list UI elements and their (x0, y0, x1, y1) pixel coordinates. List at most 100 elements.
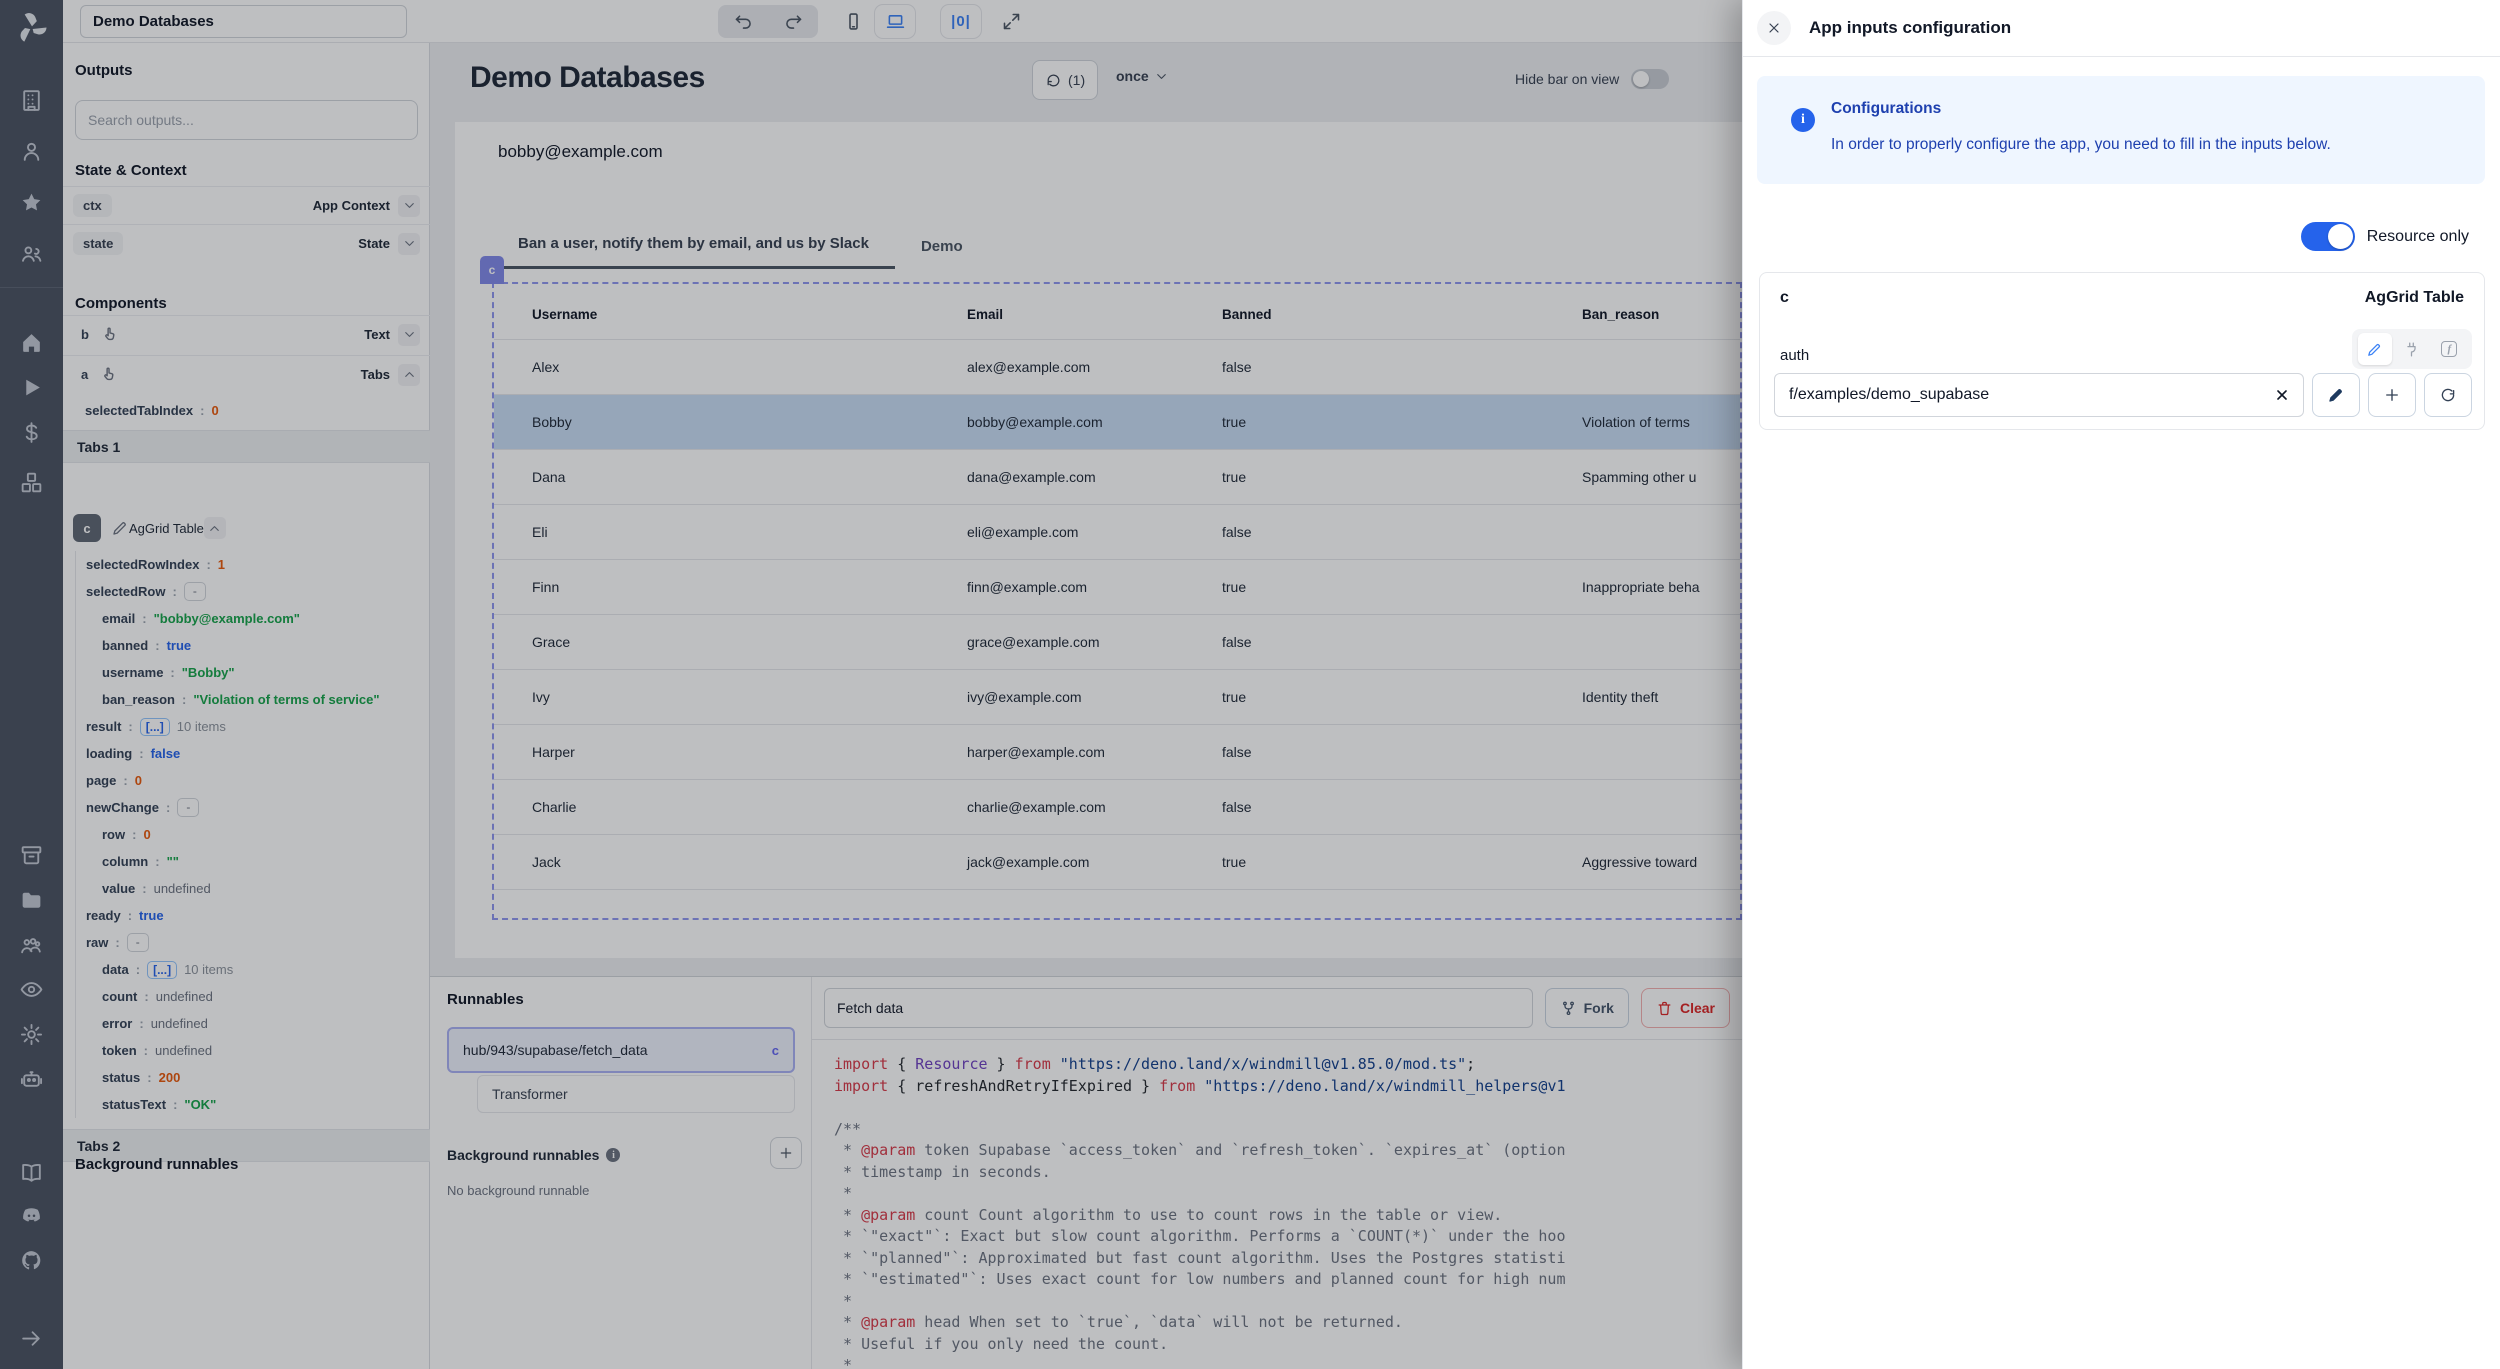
static-mode-pencil-icon[interactable] (2358, 333, 2392, 365)
tree-row-selectedRowIndex[interactable]: selectedRowIndex:1 (76, 551, 418, 578)
add-background-runnable-button[interactable] (770, 1137, 802, 1169)
dollar-icon[interactable] (19, 420, 44, 445)
table-row[interactable]: Jackjack@example.comtrueAggressive towar… (494, 835, 1740, 890)
eval-mode-function-icon[interactable]: f (2432, 333, 2466, 365)
table-row[interactable]: Harperharper@example.comfalse (494, 725, 1740, 780)
runnable-item[interactable]: Transformer (477, 1075, 795, 1113)
script-name-input[interactable] (824, 988, 1533, 1028)
table-row[interactable]: Alexalex@example.comfalse (494, 340, 1740, 395)
aggrid-table-component[interactable]: c UsernameEmailBannedBan_reasonAlexalex@… (492, 282, 1742, 920)
edit-resource-button[interactable] (2312, 373, 2360, 417)
tree-row-ban_reason[interactable]: ban_reason:"Violation of terms of servic… (76, 686, 418, 713)
component-row-a[interactable]: aTabs (63, 355, 430, 393)
tree-value[interactable]: - (177, 798, 199, 817)
context-row-ctx[interactable]: ctxApp Context (63, 186, 430, 224)
connect-mode-plug-icon[interactable] (2395, 333, 2429, 365)
desktop-preview-button[interactable] (875, 5, 915, 38)
user-group-icon[interactable] (19, 241, 44, 266)
tree-row-data[interactable]: data:[...]10 items (76, 956, 418, 983)
tree-row-loading[interactable]: loading:false (76, 740, 418, 767)
tree-row-error[interactable]: error:undefined (76, 1010, 418, 1037)
refresh-app-button[interactable]: (1) (1032, 60, 1098, 100)
tree-row-column[interactable]: column:"" (76, 848, 418, 875)
boxes-icon[interactable] (19, 470, 44, 495)
table-row[interactable]: Danadana@example.comtrueSpamming other u (494, 450, 1740, 505)
tree-row-value[interactable]: value:undefined (76, 875, 418, 902)
tab-ban-user[interactable]: Ban a user, notify them by email, and us… (492, 235, 895, 269)
play-icon[interactable] (19, 375, 44, 400)
component-row-b[interactable]: bText (63, 315, 430, 353)
tabs1-section-header[interactable]: Tabs 1 (63, 430, 430, 463)
tree-row-email[interactable]: email:"bobby@example.com" (76, 605, 418, 632)
undo-button[interactable] (723, 5, 763, 38)
tree-row-selectedRow[interactable]: selectedRow:- (76, 578, 418, 605)
hide-bar-toggle[interactable] (1631, 69, 1669, 89)
code-editor[interactable]: import { Resource } from "https://deno.l… (812, 1039, 1742, 1369)
chevron-down-icon[interactable] (398, 324, 420, 346)
app-name-input[interactable] (80, 5, 407, 38)
chevron-down-icon[interactable] (398, 195, 420, 217)
folder-icon[interactable] (19, 888, 44, 913)
discord-icon[interactable] (19, 1203, 44, 1228)
collapse-sidebar-icon[interactable] (19, 1326, 44, 1351)
refresh-resource-button[interactable] (2424, 373, 2472, 417)
windmill-logo-icon[interactable] (11, 8, 51, 48)
tree-row-banned[interactable]: banned:true (76, 632, 418, 659)
close-icon[interactable] (1757, 11, 1791, 45)
tree-row-token[interactable]: token:undefined (76, 1037, 418, 1064)
home-icon[interactable] (19, 330, 44, 355)
chevron-up-icon[interactable] (398, 364, 420, 386)
tree-row-status[interactable]: status:200 (76, 1064, 418, 1091)
column-header-ban_reason[interactable]: Ban_reason (1544, 307, 1740, 322)
pencil-icon[interactable] (111, 519, 129, 537)
column-header-email[interactable]: Email (929, 307, 1184, 322)
tree-row-row[interactable]: row:0 (76, 821, 418, 848)
user-icon[interactable] (19, 139, 44, 164)
tab-demo[interactable]: Demo (895, 238, 989, 269)
runnable-item[interactable]: hub/943/supabase/fetch_datac (447, 1027, 795, 1073)
robot-icon[interactable] (19, 1067, 44, 1092)
chevron-up-icon[interactable] (204, 517, 226, 539)
tree-row-username[interactable]: username:"Bobby" (76, 659, 418, 686)
tree-row-statusText[interactable]: statusText:"OK" (76, 1091, 418, 1118)
redo-button[interactable] (773, 5, 813, 38)
fullscreen-button[interactable] (991, 5, 1031, 38)
table-row[interactable]: Charliecharlie@example.comfalse (494, 780, 1740, 835)
table-row[interactable]: Elieli@example.comfalse (494, 505, 1740, 560)
gear-icon[interactable] (19, 1022, 44, 1047)
tree-value[interactable]: [...] (147, 961, 177, 979)
eye-icon[interactable] (19, 977, 44, 1002)
schedule-dropdown[interactable]: once (1116, 68, 1169, 84)
column-header-username[interactable]: Username (494, 307, 929, 322)
mobile-preview-button[interactable] (833, 5, 873, 38)
table-row[interactable]: Bobbybobby@example.comtrueViolation of t… (494, 395, 1740, 450)
tree-value[interactable]: - (184, 582, 206, 601)
add-resource-button[interactable] (2368, 373, 2416, 417)
tree-value[interactable]: [...] (140, 718, 170, 736)
github-icon[interactable] (19, 1248, 44, 1273)
tree-value[interactable]: - (127, 933, 149, 952)
table-row[interactable]: Ivyivy@example.comtrueIdentity theft (494, 670, 1740, 725)
tree-row-count[interactable]: count:undefined (76, 983, 418, 1010)
tree-row-result[interactable]: result:[...]10 items (76, 713, 418, 740)
chevron-down-icon[interactable] (398, 233, 420, 255)
tree-row-ready[interactable]: ready:true (76, 902, 418, 929)
grid-component-row[interactable]: c AgGrid Table (63, 506, 430, 550)
hand-pointer-icon[interactable] (101, 325, 120, 344)
book-icon[interactable] (19, 1160, 44, 1185)
clear-button[interactable]: Clear (1641, 988, 1730, 1028)
clear-input-icon[interactable] (2270, 383, 2294, 407)
fork-button[interactable]: Fork (1545, 988, 1629, 1028)
column-header-banned[interactable]: Banned (1184, 307, 1544, 322)
alignment-button[interactable]: |0| (941, 5, 981, 38)
search-outputs-input[interactable] (75, 100, 418, 140)
table-row[interactable]: Finnfinn@example.comtrueInappropriate be… (494, 560, 1740, 615)
auth-resource-input[interactable] (1774, 373, 2304, 417)
text-component[interactable]: bobby@example.com (498, 142, 663, 162)
context-row-state[interactable]: stateState (63, 224, 430, 262)
archive-icon[interactable] (19, 843, 44, 868)
table-row[interactable]: Gracegrace@example.comfalse (494, 615, 1740, 670)
tree-row-newChange[interactable]: newChange:- (76, 794, 418, 821)
star-icon[interactable] (19, 190, 44, 215)
resource-only-toggle[interactable] (2301, 222, 2355, 251)
